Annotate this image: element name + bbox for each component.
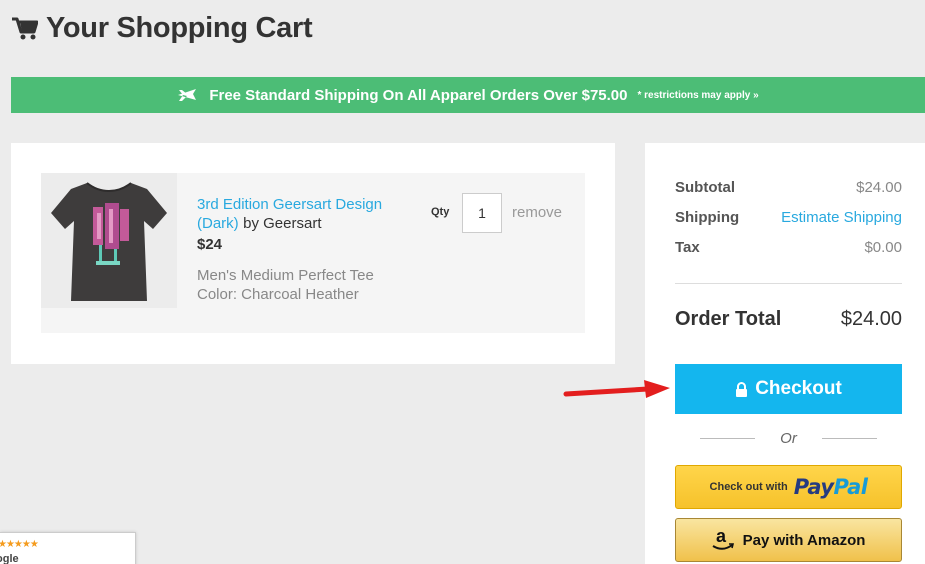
checkout-button[interactable]: Checkout xyxy=(675,364,902,414)
product-variant: Men's Medium Perfect Tee xyxy=(197,267,374,284)
quantity-input[interactable] xyxy=(462,193,502,233)
product-price: $24 xyxy=(197,236,223,253)
lock-icon xyxy=(736,381,748,397)
product-image[interactable] xyxy=(41,173,177,308)
page-title: Your Shopping Cart xyxy=(46,12,313,44)
pay-with-amazon-button[interactable]: a Pay with Amazon xyxy=(675,518,902,562)
amazon-label: Pay with Amazon xyxy=(742,531,866,549)
or-line-left xyxy=(700,438,755,439)
rating-stars-icon: ★★★★★ xyxy=(0,539,39,550)
shopping-cart-icon xyxy=(12,17,38,39)
svg-text:a: a xyxy=(716,527,727,546)
qty-label: Qty xyxy=(431,206,450,218)
order-total-value: $24.00 xyxy=(840,308,902,330)
subtotal-label: Subtotal xyxy=(675,179,735,196)
free-shipping-banner[interactable]: Free Standard Shipping On All Apparel Or… xyxy=(11,77,925,113)
paypal-prefix: Check out with xyxy=(709,481,788,493)
shipping-label: Shipping xyxy=(675,209,740,226)
or-separator: Or xyxy=(700,430,877,447)
cart-items-panel: 3rd Edition Geersart Design (Dark) by Ge… xyxy=(11,143,615,364)
remove-link[interactable]: remove xyxy=(512,204,562,221)
red-arrow-annotation xyxy=(563,380,670,398)
cart-item: 3rd Edition Geersart Design (Dark) by Ge… xyxy=(41,173,585,333)
banner-text: Free Standard Shipping On All Apparel Or… xyxy=(209,86,628,104)
amazon-logo-icon: a xyxy=(712,527,734,550)
review-source-label: ogle xyxy=(0,553,19,564)
checkout-label: Checkout xyxy=(755,378,842,399)
subtotal-row: Subtotal $24.00 xyxy=(675,179,902,196)
tax-value: $0.00 xyxy=(864,239,902,256)
restrictions-link[interactable]: * restrictions may apply » xyxy=(638,90,759,101)
paypal-logo: PayPal xyxy=(793,475,868,499)
tax-label: Tax xyxy=(675,239,700,256)
summary-divider xyxy=(675,283,902,284)
tshirt-image xyxy=(51,182,167,301)
product-artist: by Geersart xyxy=(243,215,322,232)
tax-row: Tax $0.00 xyxy=(675,239,902,256)
or-text: Or xyxy=(780,430,797,447)
order-summary-panel: Subtotal $24.00 Shipping Estimate Shippi… xyxy=(645,143,925,564)
order-total-row: Order Total $24.00 xyxy=(675,308,902,331)
subtotal-value: $24.00 xyxy=(856,179,902,196)
airplane-icon xyxy=(178,89,197,101)
or-line-right xyxy=(821,438,877,439)
page-header: Your Shopping Cart xyxy=(12,12,313,45)
estimate-shipping-link[interactable]: Estimate Shipping xyxy=(781,209,902,226)
item-info: 3rd Edition Geersart Design (Dark) by Ge… xyxy=(197,195,417,304)
product-color: Color: Charcoal Heather xyxy=(197,286,359,303)
shipping-row: Shipping Estimate Shipping xyxy=(675,209,902,226)
paypal-checkout-button[interactable]: Check out with PayPal xyxy=(675,465,902,509)
google-reviews-badge[interactable]: ★★★★★ ogle xyxy=(0,532,136,564)
order-total-label: Order Total xyxy=(675,308,782,330)
